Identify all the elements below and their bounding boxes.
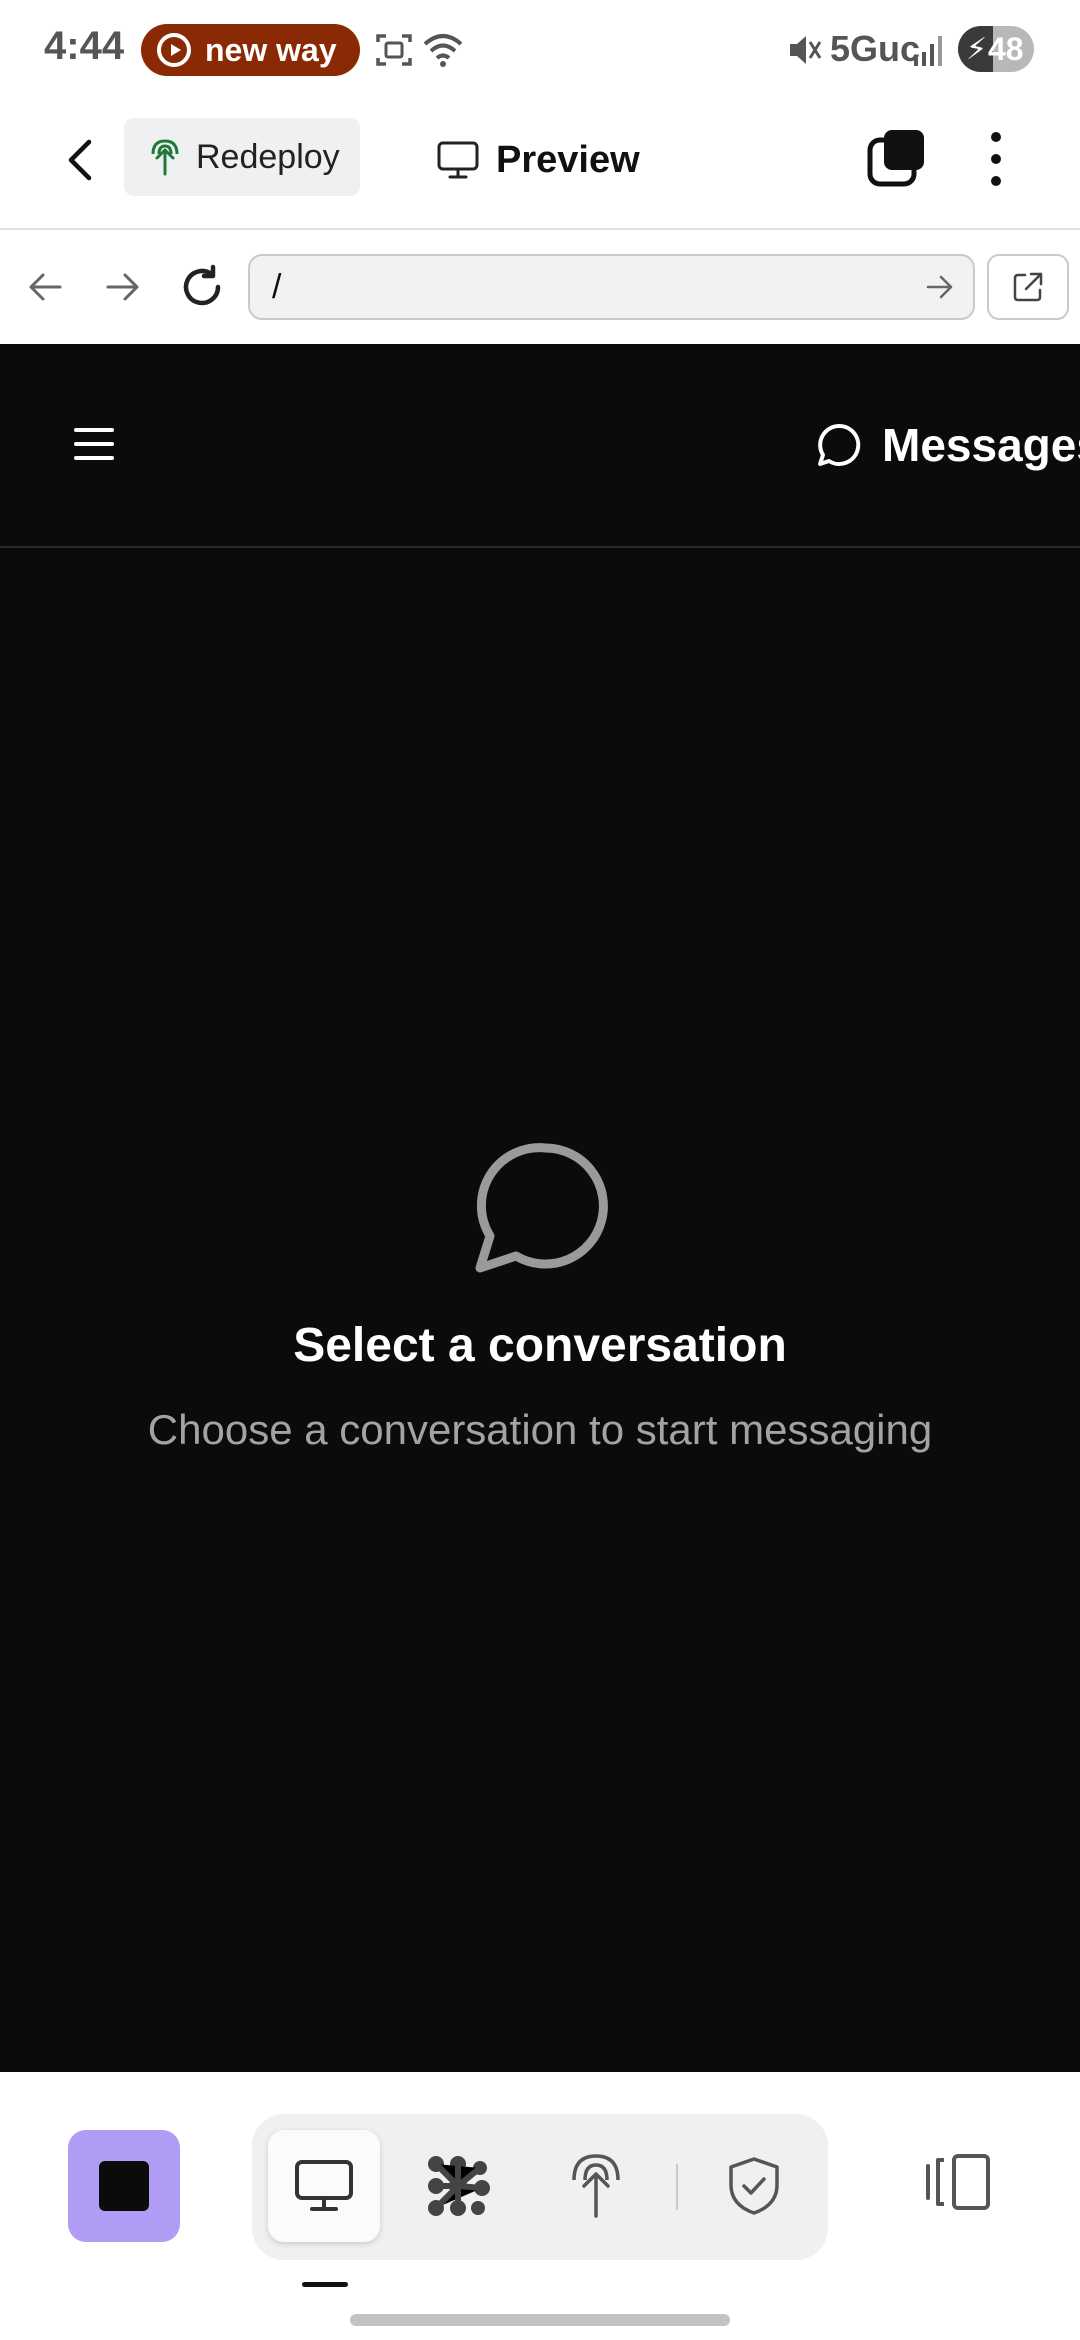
stop-button[interactable] — [68, 2130, 180, 2242]
media-pill[interactable]: new way — [141, 24, 360, 76]
web-app-preview: Messages Select a conversation Choose a … — [0, 344, 1080, 2072]
chat-bubble-icon — [475, 1143, 608, 1273]
arrow-right-icon — [106, 273, 139, 301]
mute-icon — [790, 36, 822, 64]
deploy-icon — [572, 2154, 620, 2218]
tool-group — [252, 2114, 828, 2260]
integrations-tool-button[interactable] — [402, 2130, 514, 2242]
chat-bubble-icon — [818, 423, 861, 466]
kebab-icon — [991, 132, 1001, 142]
status-time: 4:44 — [44, 24, 125, 68]
more-menu-button[interactable] — [976, 126, 1016, 192]
device-size-button[interactable] — [918, 2132, 998, 2232]
battery-level: 48 — [988, 31, 1024, 67]
reload-button[interactable] — [177, 262, 227, 312]
app-header: Redeploy Preview — [0, 100, 1080, 230]
go-arrow-icon[interactable] — [925, 270, 955, 304]
browser-bar: / — [0, 232, 1080, 344]
responsive-device-icon — [926, 2154, 990, 2210]
deploy-tool-button[interactable] — [540, 2130, 652, 2242]
url-text: / — [272, 267, 282, 306]
play-circle-icon — [157, 33, 191, 67]
status-bar: 4:44 new way 5Guc ⚡ 48 — [0, 0, 1080, 100]
back-button[interactable] — [56, 130, 104, 190]
screenshot-icon — [376, 34, 412, 66]
signal-icon — [914, 36, 942, 66]
empty-state-subtitle: Choose a conversation to start messaging — [147, 1406, 933, 1453]
open-external-button[interactable] — [987, 254, 1069, 320]
security-tool-button[interactable] — [698, 2130, 810, 2242]
active-tool-indicator — [302, 2282, 348, 2287]
desktop-tool-button[interactable] — [268, 2130, 380, 2242]
refresh-icon — [183, 264, 221, 306]
integrations-icon — [428, 2156, 490, 2216]
browser-forward-button[interactable] — [98, 262, 148, 312]
network-type: 5Guc — [830, 28, 921, 69]
tool-separator — [676, 2164, 678, 2210]
hamburger-menu-icon[interactable] — [74, 428, 114, 460]
chevron-left-icon — [68, 139, 92, 181]
preview-button[interactable]: Preview — [436, 130, 640, 190]
shield-check-icon — [729, 2157, 779, 2215]
desktop-icon — [295, 2160, 353, 2211]
stop-icon — [99, 2161, 149, 2211]
external-link-icon — [1013, 272, 1043, 302]
bottom-toolbar — [0, 2072, 1080, 2340]
redeploy-label: Redeploy — [196, 137, 340, 176]
monitor-icon — [437, 141, 479, 179]
browser-back-button[interactable] — [20, 262, 70, 312]
empty-state: Select a conversation Choose a conversat… — [0, 1143, 1080, 1453]
empty-state-title: Select a conversation — [293, 1319, 787, 1372]
home-indicator[interactable] — [350, 2314, 730, 2326]
messages-label: Messages — [882, 419, 1080, 471]
media-pill-label: new way — [205, 31, 337, 68]
web-app-header: Messages — [0, 344, 1080, 548]
url-input[interactable]: / — [248, 254, 975, 320]
charging-icon: ⚡ — [966, 33, 988, 66]
battery-indicator: ⚡ 48 — [958, 26, 1034, 72]
tabs-icon[interactable] — [862, 126, 928, 192]
deploy-tree-icon — [151, 139, 179, 176]
messages-link[interactable]: Messages — [816, 410, 1080, 480]
redeploy-button[interactable]: Redeploy — [124, 118, 360, 196]
preview-label: Preview — [496, 138, 640, 181]
arrow-left-icon — [29, 273, 62, 301]
wifi-icon — [423, 34, 463, 67]
